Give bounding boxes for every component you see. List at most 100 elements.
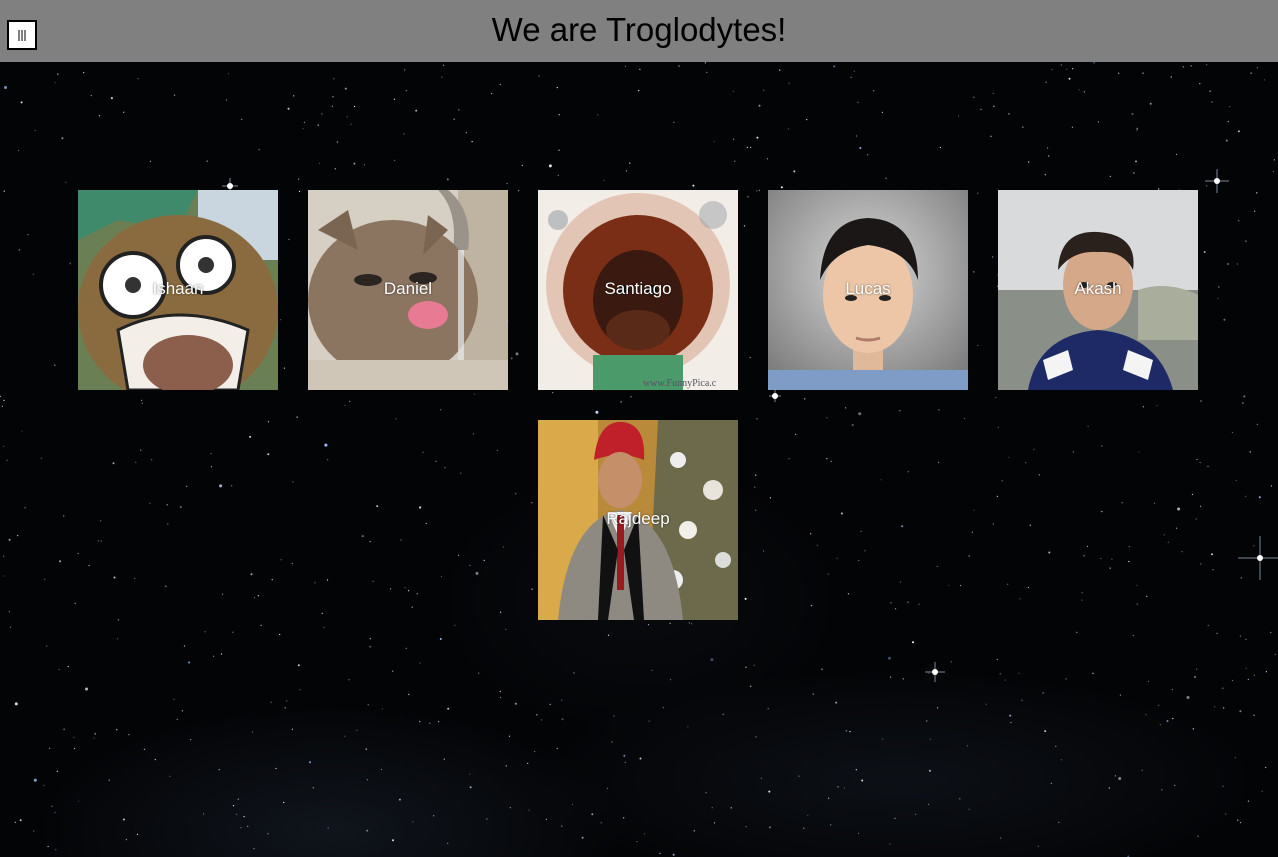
star xyxy=(688,622,691,624)
star xyxy=(826,417,828,419)
member-card-santiago[interactable]: www.FunnyPica.c Santiago xyxy=(538,190,738,390)
star xyxy=(1008,113,1010,115)
star xyxy=(669,622,671,625)
star xyxy=(100,540,102,542)
star xyxy=(1093,61,1096,64)
star xyxy=(713,822,716,824)
star xyxy=(14,702,18,706)
star xyxy=(442,64,445,66)
star xyxy=(367,704,369,706)
star xyxy=(1245,638,1247,640)
star xyxy=(670,679,672,681)
star xyxy=(286,700,288,702)
star xyxy=(1242,402,1244,404)
bright-star xyxy=(925,662,945,682)
star xyxy=(1072,68,1074,70)
star xyxy=(1171,688,1173,691)
star xyxy=(755,509,757,511)
star xyxy=(59,560,62,563)
star xyxy=(419,506,421,509)
star xyxy=(1029,524,1031,526)
star xyxy=(673,121,675,123)
star xyxy=(1025,462,1027,464)
star xyxy=(864,550,866,552)
star xyxy=(840,512,843,515)
star xyxy=(1072,451,1074,453)
member-card-ishaan[interactable]: Ishaan xyxy=(78,190,278,390)
star xyxy=(140,449,142,451)
star xyxy=(918,603,920,605)
star xyxy=(1227,263,1230,265)
star xyxy=(1172,717,1174,720)
star xyxy=(55,849,57,851)
star xyxy=(443,758,445,760)
star xyxy=(112,462,115,465)
member-card-lucas[interactable]: Lucas xyxy=(768,190,968,390)
member-card-daniel[interactable]: Daniel xyxy=(308,190,508,390)
star xyxy=(849,731,851,733)
star xyxy=(173,698,175,701)
star xyxy=(17,535,19,537)
star xyxy=(843,787,846,789)
star xyxy=(855,769,857,771)
star xyxy=(882,738,884,740)
star xyxy=(779,69,781,71)
star xyxy=(280,559,282,561)
star xyxy=(496,449,498,451)
star xyxy=(303,121,305,123)
star xyxy=(1019,598,1021,600)
star xyxy=(548,164,552,168)
star xyxy=(758,104,761,107)
star xyxy=(1258,496,1261,499)
star xyxy=(169,775,171,778)
star xyxy=(1136,127,1138,129)
star xyxy=(1081,592,1083,594)
star xyxy=(1128,546,1130,548)
member-card-akash[interactable]: Akash xyxy=(998,190,1198,390)
star xyxy=(1048,551,1051,554)
star xyxy=(780,186,783,189)
star xyxy=(755,736,757,738)
star xyxy=(1145,714,1147,716)
star xyxy=(1231,431,1233,434)
star xyxy=(258,149,260,151)
star xyxy=(43,784,45,786)
star xyxy=(400,539,402,541)
star xyxy=(363,164,366,166)
star xyxy=(624,761,626,764)
star xyxy=(219,484,223,488)
star xyxy=(454,624,456,627)
star xyxy=(110,97,113,100)
star xyxy=(1076,631,1078,633)
star xyxy=(1206,185,1208,187)
star xyxy=(581,836,584,839)
star xyxy=(27,234,29,236)
star xyxy=(366,779,368,781)
star xyxy=(968,808,970,810)
star xyxy=(1190,65,1192,67)
star xyxy=(835,701,838,704)
star xyxy=(288,238,290,241)
star xyxy=(1214,706,1216,708)
star xyxy=(1055,745,1057,747)
star xyxy=(331,105,333,107)
star xyxy=(1256,67,1258,69)
star xyxy=(1250,72,1252,74)
star xyxy=(558,114,560,116)
star xyxy=(149,502,151,504)
star xyxy=(1249,451,1251,453)
star xyxy=(1008,456,1010,459)
star xyxy=(1132,635,1134,637)
star xyxy=(851,424,854,426)
member-card-rajdeep[interactable]: Rajdeep xyxy=(538,420,738,620)
star xyxy=(346,116,348,118)
star xyxy=(710,658,714,662)
star xyxy=(1253,674,1255,676)
star xyxy=(188,661,191,664)
star xyxy=(251,731,253,733)
star xyxy=(1175,153,1178,155)
star xyxy=(515,352,519,356)
star xyxy=(394,159,396,161)
star xyxy=(672,853,675,856)
star xyxy=(1264,79,1266,81)
